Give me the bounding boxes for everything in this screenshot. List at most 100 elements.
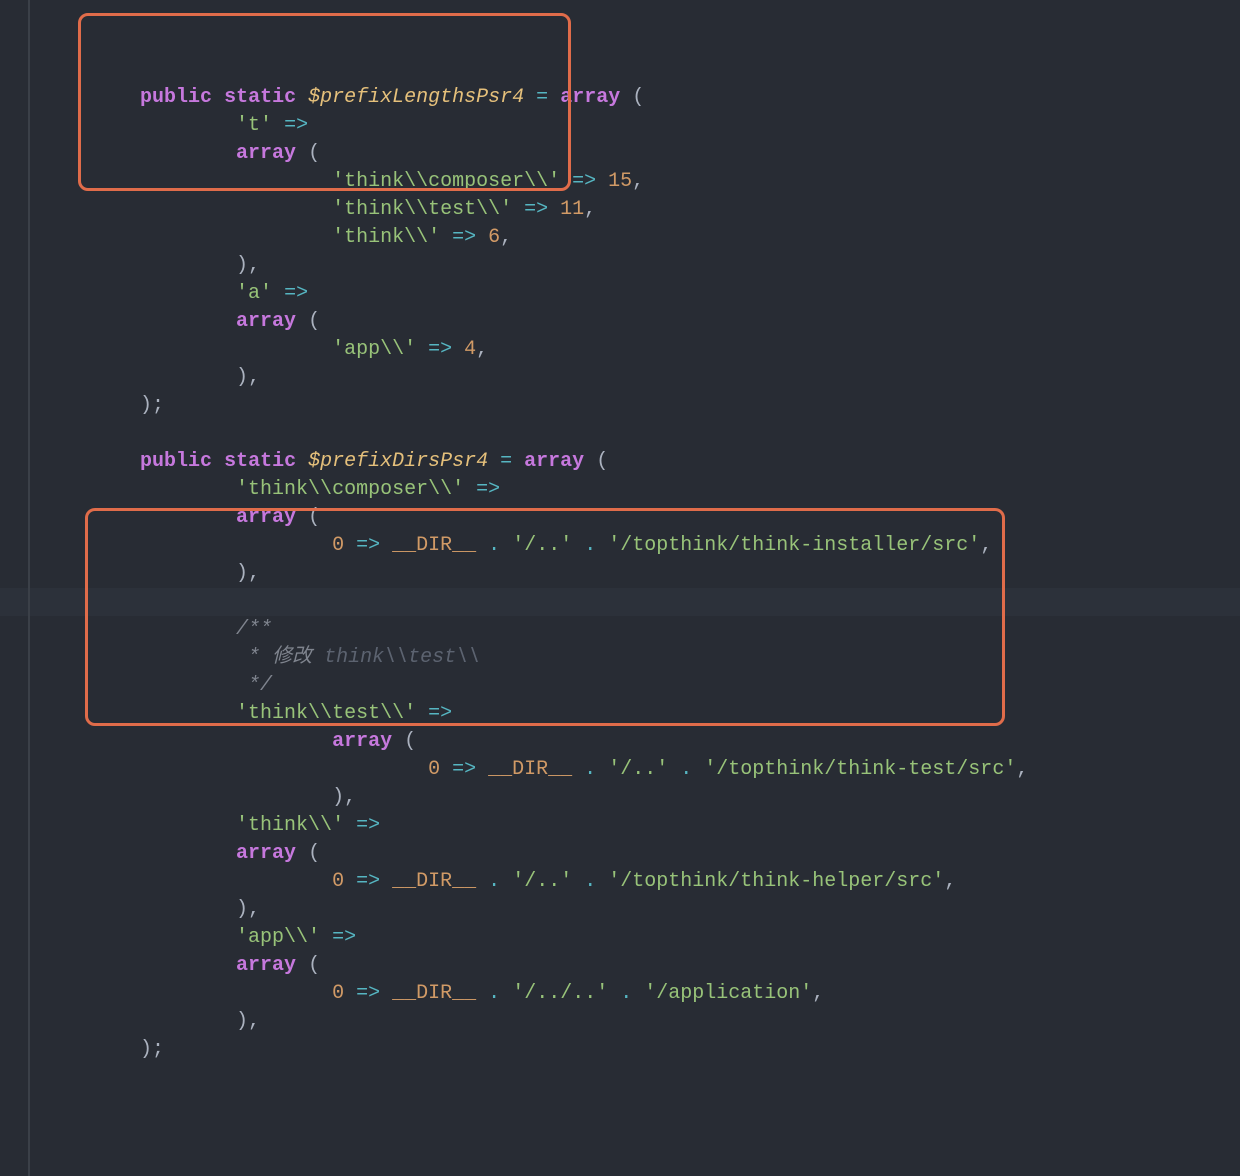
token-op: => [356, 982, 380, 1005]
token-str: '/..' [608, 758, 668, 781]
token-const: __DIR__ [392, 534, 476, 557]
code-line: 'app\\' => 4, [0, 336, 1240, 364]
token-punct [464, 478, 476, 501]
code-line: /** [0, 616, 1240, 644]
token-punct: ( [296, 142, 320, 165]
token-punct: ) [140, 1038, 152, 1061]
token-str: '/topthink/think-installer/src' [608, 534, 980, 557]
token-punct [212, 450, 224, 473]
token-punct [344, 814, 356, 837]
token-punct [512, 198, 524, 221]
token-const: __DIR__ [392, 870, 476, 893]
token-comment: * 修改 [236, 646, 324, 669]
token-op: => [284, 114, 308, 137]
token-punct: , [1016, 758, 1028, 781]
token-punct [572, 758, 584, 781]
token-punct [596, 534, 608, 557]
code-line: ), [0, 252, 1240, 280]
code-line: 0 => __DIR__ . '/..' . '/topthink/think-… [0, 756, 1240, 784]
token-punct: , [632, 170, 644, 193]
token-str: 'a' [236, 282, 272, 305]
token-str: 'app\\' [236, 926, 320, 949]
code-line: 'think\\' => [0, 812, 1240, 840]
token-punct: , [248, 254, 260, 277]
token-op: => [332, 926, 356, 949]
token-punct: ) [236, 1010, 248, 1033]
token-punct: ( [296, 954, 320, 977]
token-kw-array: array [524, 450, 584, 473]
code-line: ), [0, 784, 1240, 812]
token-punct [344, 870, 356, 893]
token-op: => [356, 870, 380, 893]
token-num: 0 [332, 982, 344, 1005]
code-line: 'a' => [0, 280, 1240, 308]
token-str: 'think\\' [332, 226, 440, 249]
token-op: => [572, 170, 596, 193]
code-line: public static $prefixLengthsPsr4 = array… [0, 84, 1240, 112]
token-punct [344, 982, 356, 1005]
token-num: 0 [332, 870, 344, 893]
token-punct [596, 758, 608, 781]
token-kw-public: public [140, 86, 212, 109]
token-str: 't' [236, 114, 272, 137]
code-line: 0 => __DIR__ . '/..' . '/topthink/think-… [0, 868, 1240, 896]
token-str: 'think\\composer\\' [332, 170, 560, 193]
token-punct [320, 926, 332, 949]
token-op: . [488, 534, 500, 557]
token-punct [476, 534, 488, 557]
code-block: public static $prefixLengthsPsr4 = array… [0, 84, 1240, 1064]
code-line: */ [0, 672, 1240, 700]
token-punct: , [344, 786, 356, 809]
token-punct [632, 982, 644, 1005]
token-const: __DIR__ [392, 982, 476, 1005]
token-str: 'app\\' [332, 338, 416, 361]
token-str: '/topthink/think-test/src' [704, 758, 1016, 781]
code-line: array ( [0, 952, 1240, 980]
token-comment-em: think\\test\\ [324, 646, 480, 669]
token-var: $prefixLengthsPsr4 [308, 86, 524, 109]
token-op: => [356, 534, 380, 557]
token-op: . [584, 534, 596, 557]
token-kw-array: array [236, 842, 296, 865]
code-line: 'app\\' => [0, 924, 1240, 952]
token-punct: ( [584, 450, 608, 473]
code-line: 'think\\composer\\' => 15, [0, 168, 1240, 196]
token-str: '/topthink/think-helper/src' [608, 870, 944, 893]
token-punct: ( [296, 506, 320, 529]
token-kw-array: array [236, 142, 296, 165]
token-str: 'think\\' [236, 814, 344, 837]
token-kw-static: static [224, 86, 296, 109]
token-num: 0 [428, 758, 440, 781]
token-punct [500, 870, 512, 893]
token-punct [452, 338, 464, 361]
token-op: => [476, 478, 500, 501]
token-punct [548, 198, 560, 221]
token-punct [296, 86, 308, 109]
token-num: 6 [488, 226, 500, 249]
token-punct: , [500, 226, 512, 249]
token-punct: , [248, 366, 260, 389]
code-editor-viewport[interactable]: public static $prefixLengthsPsr4 = array… [0, 0, 1240, 1176]
token-op: . [584, 758, 596, 781]
token-punct [212, 86, 224, 109]
code-line: * 修改 think\\test\\ [0, 644, 1240, 672]
token-punct [416, 338, 428, 361]
code-line: array ( [0, 504, 1240, 532]
token-punct [296, 450, 308, 473]
token-op: . [488, 870, 500, 893]
token-num: 0 [332, 534, 344, 557]
code-line: 0 => __DIR__ . '/..' . '/topthink/think-… [0, 532, 1240, 560]
token-op: . [488, 982, 500, 1005]
token-punct: , [584, 198, 596, 221]
token-punct: , [248, 898, 260, 921]
token-op: => [452, 758, 476, 781]
token-punct: ) [236, 254, 248, 277]
token-comment: */ [236, 674, 272, 697]
token-kw-public: public [140, 450, 212, 473]
token-comment: /** [236, 618, 272, 641]
token-op: = [536, 86, 548, 109]
token-op: => [428, 702, 452, 725]
token-punct [344, 534, 356, 557]
token-const: __DIR__ [488, 758, 572, 781]
token-punct: , [980, 534, 992, 557]
